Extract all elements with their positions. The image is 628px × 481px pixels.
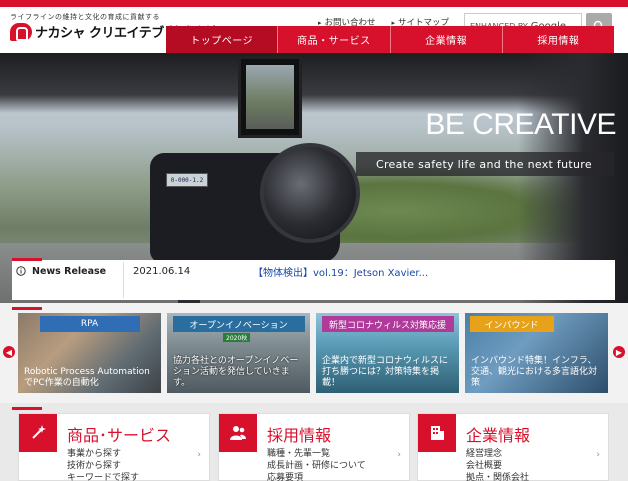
card-link[interactable]: 応募要項 — [267, 472, 366, 481]
hero-subtitle: Create safety life and the next future — [356, 152, 614, 176]
banner-tag: 新型コロナウィルス対策応援 — [321, 316, 454, 332]
logo-mark-icon — [10, 22, 32, 41]
banner-caption: 企業内で新型コロナウィルスに打ち勝つには？対策特集を掲載！ — [322, 356, 449, 388]
chevron-right-icon: › — [397, 450, 401, 460]
news-link[interactable]: 【物体検出】vol.19：Jetson Xavier... — [253, 264, 428, 279]
banner-caption: 協力各社とのオープンイノベーション活動を発信していきます。 — [173, 356, 299, 388]
card-link[interactable]: 経営理念 — [466, 448, 529, 460]
card-links: 職種・先輩一覧 成長計画・研修について 応募要項 — [267, 448, 366, 481]
banner-caption: Robotic Process Automation でPC作業の自動化 — [24, 367, 150, 388]
card-title: 商品･サービス — [67, 426, 172, 445]
nav-item-products[interactable]: 商品・サービス — [278, 26, 391, 53]
tagline: ライフラインの維持と文化の育成に貢献する — [10, 13, 160, 21]
chevron-right-icon: ▶ — [615, 347, 623, 357]
card-links: 事業から探す 技術から探す キーワードで探す — [67, 448, 139, 481]
card-link[interactable]: 技術から探す — [67, 460, 139, 472]
card-link[interactable]: 職種・先輩一覧 — [267, 448, 366, 460]
card-link[interactable]: 会社概要 — [466, 460, 529, 472]
card-title: 採用情報 — [267, 426, 332, 445]
banner-open-innovation[interactable]: オープンイノベーション 2020秋 協力各社とのオープンイノベーション活動を発信… — [167, 313, 310, 393]
banner-covid[interactable]: 新型コロナウィルス対策応援 企業内で新型コロナウィルスに打ち勝つには？対策特集を… — [316, 313, 459, 393]
card-products[interactable]: 商品･サービス 事業から探す 技術から探す キーワードで探す › — [18, 413, 210, 481]
carousel-prev-button[interactable]: ◀ — [3, 346, 15, 358]
banner-rpa[interactable]: RPA Robotic Process Automation でPC作業の自動化 — [18, 313, 161, 393]
card-links: 経営理念 会社概要 拠点・関係会社 — [466, 448, 529, 481]
card-link[interactable]: 成長計画・研修について — [267, 460, 366, 472]
news-date: 2021.06.14 — [133, 266, 191, 277]
card-link[interactable]: 事業から探す — [67, 448, 139, 460]
card-link[interactable]: キーワードで探す — [67, 472, 139, 481]
news-label: News Release — [12, 262, 124, 298]
banner-inbound[interactable]: インバウンド インバウンド特集！インフラ、交通、観光における多言語化対策 — [465, 313, 608, 393]
card-recruit[interactable]: 採用情報 職種・先輩一覧 成長計画・研修について 応募要項 › — [218, 413, 410, 481]
chevron-right-icon: › — [596, 450, 600, 460]
building-icon — [431, 426, 444, 440]
banner-tag: オープンイノベーション — [172, 316, 305, 332]
card-company[interactable]: 企業情報 経営理念 会社概要 拠点・関係会社 › — [417, 413, 609, 481]
card-title: 企業情報 — [466, 426, 531, 445]
camera-display: 0-000-1.2 — [166, 173, 208, 187]
nav-item-top[interactable]: トップページ — [166, 26, 279, 53]
nav-item-company[interactable]: 企業情報 — [391, 26, 503, 53]
magic-wand-icon — [32, 425, 46, 439]
top-accent-bar — [0, 0, 628, 7]
banner-tag: インバウンド — [469, 316, 554, 332]
card-link[interactable]: 拠点・関係会社 — [466, 472, 529, 481]
banner-caption: インバウンド特集！インフラ、交通、観光における多言語化対策 — [471, 356, 598, 388]
chevron-left-icon: ◀ — [5, 347, 13, 357]
banner-tag: RPA — [39, 316, 140, 332]
banner-badge: 2020秋 — [223, 333, 251, 342]
camera-screen — [238, 56, 302, 138]
chevron-right-icon: › — [197, 450, 201, 460]
info-icon — [16, 266, 26, 276]
people-icon — [230, 426, 246, 440]
nav-item-recruit[interactable]: 採用情報 — [503, 26, 614, 53]
main-nav: トップページ 商品・サービス 企業情報 採用情報 — [166, 26, 614, 53]
carousel-next-button[interactable]: ▶ — [613, 346, 625, 358]
hero-title: BE CREATIVE — [425, 108, 616, 141]
camera-lens — [260, 143, 360, 243]
